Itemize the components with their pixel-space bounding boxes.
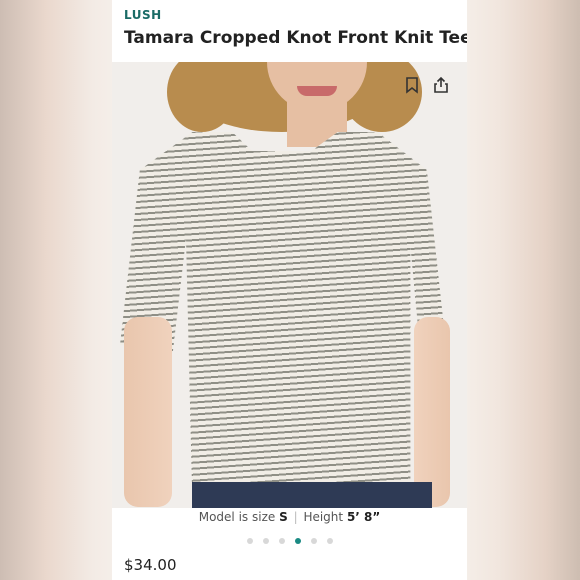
model-size-caption: Model is size S | Height 5’ 8” xyxy=(112,510,467,524)
carousel-dot[interactable] xyxy=(262,538,269,544)
carousel-dot[interactable] xyxy=(278,538,285,544)
model-height: 5’ 8” xyxy=(346,510,381,524)
model-size: S xyxy=(279,510,288,524)
price: $34.00 xyxy=(124,556,177,574)
caption-separator: | xyxy=(293,510,298,524)
model-jeans xyxy=(192,482,432,508)
share-icon[interactable] xyxy=(432,76,450,94)
caption-prefix: Model is size xyxy=(198,510,276,524)
carousel-dot[interactable] xyxy=(294,538,301,544)
model-right-arm xyxy=(414,317,450,507)
bookmark-icon[interactable] xyxy=(403,76,421,94)
model-lips xyxy=(297,86,337,96)
product-photo[interactable] xyxy=(112,62,467,508)
carousel-dot[interactable] xyxy=(310,538,317,544)
height-label: Height xyxy=(303,510,344,524)
carousel-dot[interactable] xyxy=(246,538,253,544)
listing-card: LUSH Tamara Cropped Knot Front Knit Tee … xyxy=(112,0,467,580)
model-left-arm xyxy=(124,317,172,507)
brand-link[interactable]: LUSH xyxy=(124,8,162,22)
carousel-dots xyxy=(112,538,467,544)
product-title: Tamara Cropped Knot Front Knit Tee xyxy=(124,28,467,48)
carousel-dot[interactable] xyxy=(326,538,333,544)
